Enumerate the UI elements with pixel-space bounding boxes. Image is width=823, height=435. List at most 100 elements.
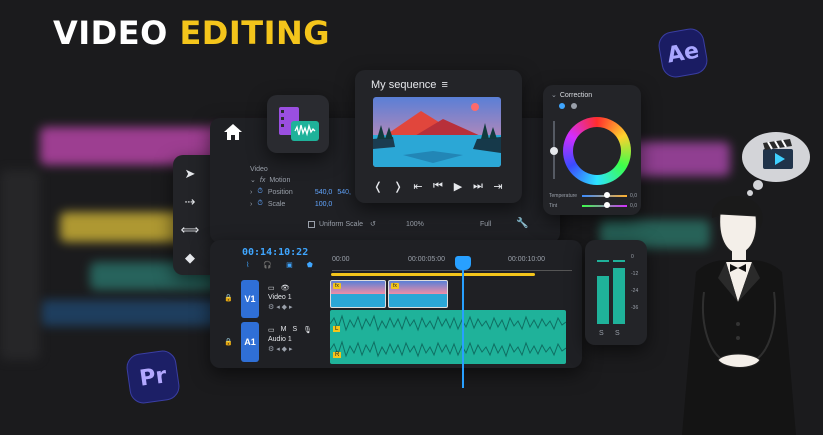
work-area-bar[interactable] <box>331 273 535 276</box>
ruler-label: 00:00 <box>332 256 350 263</box>
meter-scale-label: -24 <box>631 288 639 294</box>
linked-selection-icon[interactable]: ▣ <box>286 261 293 269</box>
after-effects-app-icon[interactable]: Ae <box>656 26 710 80</box>
fx-badge: fx <box>333 283 341 289</box>
home-icon <box>224 124 242 140</box>
collapse-chevron-icon[interactable]: ⌄ <box>250 176 256 184</box>
zoom-select[interactable]: 100% <box>406 221 424 228</box>
sequence-menu-icon[interactable]: ≡ <box>441 79 447 91</box>
tint-value: 0,0 <box>630 203 637 209</box>
timeline-timecode[interactable]: 00:14:10:22 <box>242 247 308 258</box>
media-tile[interactable] <box>267 95 329 153</box>
scale-value[interactable]: 100,0 <box>315 201 333 208</box>
go-to-in-button[interactable]: ⇤ <box>409 175 427 197</box>
playhead[interactable] <box>455 256 471 388</box>
banner-word-editing: EDITING <box>179 14 331 52</box>
scale-label: Scale <box>267 200 286 208</box>
premiere-pro-app-icon[interactable]: Pr <box>124 348 182 406</box>
video-audio-clip-icon <box>279 107 319 146</box>
audio-channel-left: L <box>333 326 341 332</box>
meter-bar-left <box>597 276 609 324</box>
temperature-value: 0,0 <box>630 193 637 199</box>
track-a1-toggle[interactable]: A1 <box>241 322 259 362</box>
tint-slider[interactable] <box>582 202 628 208</box>
film-icon[interactable]: ▭ <box>268 326 275 334</box>
effects-video-label: Video <box>250 166 268 173</box>
man-in-tuxedo-illustration <box>674 192 804 435</box>
expand-chevron-icon[interactable]: › <box>250 201 252 208</box>
fx-badge: fx <box>391 283 399 289</box>
ruler-label: 00:00:05:00 <box>408 256 445 263</box>
mute-button[interactable]: M <box>281 326 287 334</box>
audio-meter-panel: 0 -12 -24 -36 S S <box>585 240 647 345</box>
preview-frame <box>373 97 501 167</box>
go-to-out-button[interactable]: ⇥ <box>489 175 507 197</box>
motion-label: Motion <box>269 176 291 184</box>
position-label: Position <box>267 188 293 196</box>
audio-clip[interactable]: L R <box>330 310 566 364</box>
track-select-tool-icon[interactable]: ⇢ <box>179 191 201 213</box>
audio-channel-right: R <box>333 352 342 358</box>
meter-solo-right[interactable]: S <box>615 330 620 337</box>
position-y-value[interactable]: 540, <box>337 189 351 196</box>
color-wheel[interactable] <box>563 117 631 185</box>
banner-title: VIDEO EDITING <box>53 14 330 52</box>
track-controls-icon[interactable]: ⚙ ◂ ◆ ▸ <box>268 303 293 311</box>
stopwatch-icon[interactable]: ⏱ <box>257 200 262 208</box>
mark-in-button[interactable]: ❬ <box>369 175 387 197</box>
meter-bar-right <box>613 268 625 324</box>
video-clip[interactable]: fx <box>330 280 386 308</box>
step-forward-button[interactable]: ⏭ <box>469 175 487 197</box>
step-back-button[interactable]: ⏮ <box>429 175 447 197</box>
microphone-icon[interactable]: 🎙 <box>303 326 312 334</box>
temperature-slider[interactable] <box>582 192 628 198</box>
timeline-panel: 00:14:10:22 ⌇ 🎧 ▣ ⬟ 00:00 00:00:05:00 00… <box>210 240 582 368</box>
banner-word-video: VIDEO <box>53 14 168 52</box>
uniform-scale-label: Uniform Scale <box>319 221 363 228</box>
meter-scale-label: -12 <box>631 271 639 277</box>
lock-icon[interactable]: 🔒 <box>224 294 233 302</box>
audio-track-name: Audio 1 <box>268 336 292 343</box>
tint-label: Tint <box>549 203 558 209</box>
reset-icon[interactable]: ↺ <box>370 220 376 228</box>
lock-icon[interactable]: 🔒 <box>224 338 233 346</box>
meter-scale-label: 0 <box>631 254 634 260</box>
eye-icon[interactable]: 👁 <box>281 284 290 292</box>
temperature-label: Temperature <box>549 193 578 199</box>
color-dot-icon[interactable] <box>571 103 577 109</box>
expand-chevron-icon[interactable]: › <box>250 189 252 196</box>
home-button[interactable] <box>222 122 246 146</box>
marker-icon[interactable]: ⬟ <box>307 261 313 269</box>
fx-badge: fx <box>259 176 266 184</box>
headphones-icon[interactable]: 🎧 <box>263 261 272 269</box>
sequence-monitor: My sequence ≡ ❬ ❭ ⇤ ⏮ ▶ ⏭ ⇥ <box>355 70 522 203</box>
mark-out-button[interactable]: ❭ <box>389 175 407 197</box>
color-correction-panel: ⌄ Correction Temperature 0,0 Tint 0,0 <box>543 85 641 215</box>
razor-tool-icon[interactable]: ◆ <box>179 247 201 269</box>
correction-title: Correction <box>559 91 593 99</box>
luma-slider[interactable] <box>550 121 558 179</box>
resolution-select[interactable]: Full <box>480 221 491 228</box>
selection-tool-icon[interactable]: ➤ <box>179 163 201 185</box>
uniform-scale-checkbox[interactable] <box>308 221 315 228</box>
video-clip[interactable]: fx <box>388 280 448 308</box>
meter-scale-label: -36 <box>631 305 639 311</box>
wrench-icon[interactable]: 🔧 <box>516 218 528 229</box>
clapperboard-icon <box>760 137 796 176</box>
stopwatch-icon[interactable]: ⏱ <box>257 188 262 196</box>
meter-solo-left[interactable]: S <box>599 330 604 337</box>
track-v1-toggle[interactable]: V1 <box>241 280 259 318</box>
track-controls-icon[interactable]: ⚙ ◂ ◆ ▸ <box>268 345 312 353</box>
play-button[interactable]: ▶ <box>449 175 467 197</box>
thought-bubble <box>738 127 810 196</box>
video-track-name: Video 1 <box>268 294 292 301</box>
ruler-label: 00:00:10:00 <box>508 256 545 263</box>
snap-icon[interactable]: ⌇ <box>246 261 249 269</box>
film-icon[interactable]: ▭ <box>268 284 275 292</box>
color-dot-icon[interactable] <box>559 103 565 109</box>
solo-button[interactable]: S <box>292 326 297 334</box>
collapse-chevron-icon[interactable]: ⌄ <box>551 91 557 99</box>
sequence-title: My sequence <box>371 79 437 91</box>
position-x-value[interactable]: 540,0 <box>315 189 333 196</box>
slip-tool-icon[interactable]: ⟺ <box>179 219 201 241</box>
